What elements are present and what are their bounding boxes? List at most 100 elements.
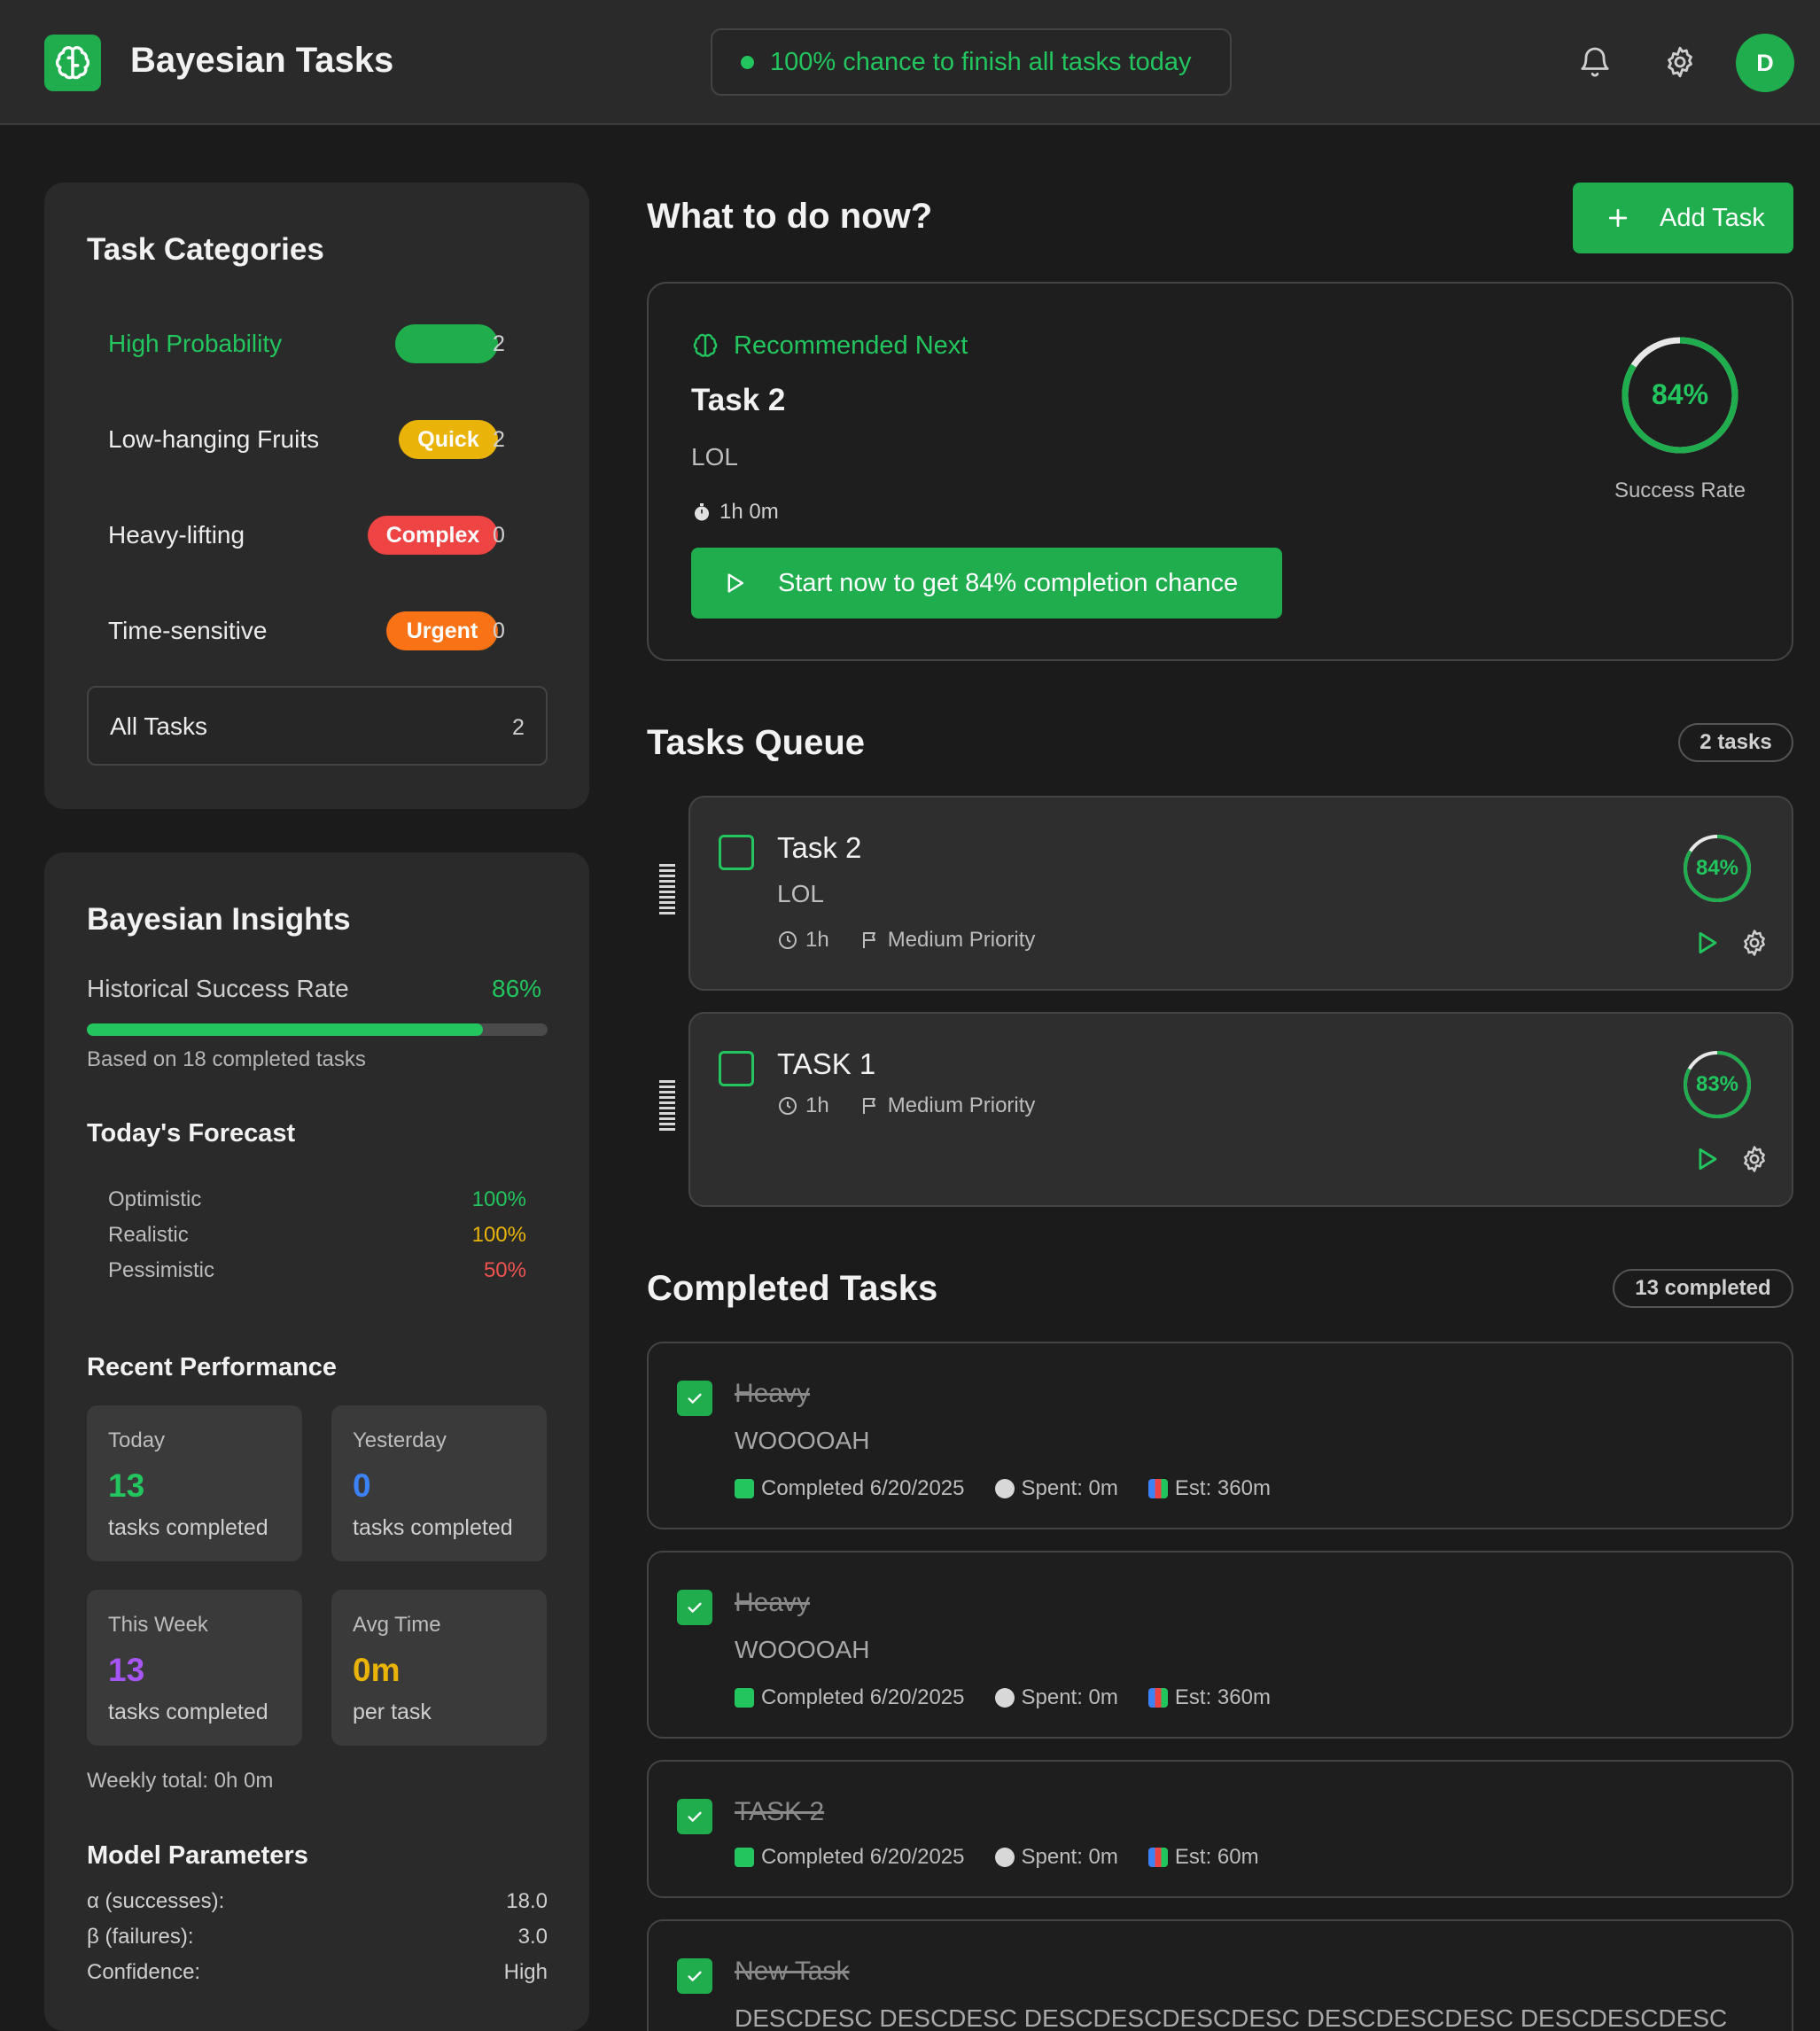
completed-checkbox[interactable] (677, 1799, 712, 1834)
param-label: α (successes): (87, 1889, 225, 1913)
param-beta: β (failures): 3.0 (87, 1925, 548, 1949)
task-categories-panel: Task Categories High Probability 2 Low-h… (44, 183, 589, 809)
completed-task-desc: WOOOOAH (735, 1427, 870, 1454)
stopwatch-icon (994, 1848, 1015, 1867)
perf-sub: tasks completed (108, 1515, 268, 1540)
forecast-title: Today's Forecast (87, 1119, 296, 1148)
completed-checkbox[interactable] (677, 1381, 712, 1416)
check-mark-icon (735, 1848, 754, 1867)
plus-icon (1608, 208, 1628, 228)
check-mark-icon (735, 1479, 754, 1498)
duration-text: 1h 0m (719, 500, 779, 524)
category-badge (395, 324, 498, 363)
task-checkbox[interactable] (719, 835, 754, 870)
param-value: 18.0 (506, 1889, 548, 1913)
completed-est: Est: 360m (1174, 1476, 1271, 1500)
drag-handle-icon[interactable] (659, 1080, 675, 1133)
completed-title: Completed Tasks (647, 1269, 938, 1308)
perf-card-avg-time: Avg Time 0m per task (331, 1590, 547, 1746)
category-count: 0 (493, 619, 505, 643)
completed-task-title: Heavy (735, 1588, 811, 1617)
perf-sub: per task (353, 1700, 432, 1724)
completed-task-card[interactable]: Heavy WOOOOAH Completed 6/20/2025 Spent:… (647, 1551, 1793, 1739)
completed-checkbox[interactable] (677, 1590, 712, 1625)
forecast-optimistic: Optimistic 100% (108, 1187, 526, 1212)
model-params-title: Model Parameters (87, 1841, 308, 1870)
weekly-total: Weekly total: 0h 0m (87, 1769, 274, 1793)
task-checkbox[interactable] (719, 1051, 754, 1086)
category-count: 2 (512, 715, 525, 740)
clock-icon (779, 931, 797, 949)
gear-icon[interactable] (1739, 928, 1769, 958)
task-probability-value: 84% (1695, 856, 1739, 880)
perf-label: Yesterday (353, 1428, 447, 1452)
drag-handle-icon[interactable] (659, 864, 675, 917)
play-icon[interactable] (1692, 1144, 1722, 1174)
historical-success-value: 86% (492, 975, 542, 1002)
category-label: Low-hanging Fruits (108, 425, 320, 453)
perf-card-this-week: This Week 13 tasks completed (87, 1590, 302, 1746)
queue-task-meta: 1h Medium Priority (777, 928, 1035, 953)
add-task-button[interactable]: Add Task (1573, 183, 1793, 253)
param-label: β (failures): (87, 1925, 194, 1949)
historical-success-label: Historical Success Rate (87, 975, 349, 1002)
queue-task-title: Task 2 (777, 831, 862, 864)
param-value: 3.0 (517, 1925, 548, 1949)
perf-card-today: Today 13 tasks completed (87, 1405, 302, 1561)
recommended-task-card: Recommended Next Task 2 LOL 1h 0m Start … (647, 282, 1793, 661)
forecast-label: Optimistic (108, 1187, 202, 1211)
category-count: 2 (493, 427, 505, 452)
flag-icon (862, 932, 875, 948)
completed-task-title: TASK 2 (735, 1797, 825, 1826)
user-avatar[interactable]: D (1736, 34, 1794, 92)
queue-item[interactable]: Task 2 LOL 1h Medium Priority 84% (688, 796, 1793, 991)
completed-est: Est: 360m (1174, 1685, 1271, 1709)
status-dot (741, 55, 754, 69)
start-now-button[interactable]: Start now to get 84% completion chance (691, 548, 1282, 619)
perf-label: This Week (108, 1613, 208, 1637)
queue-task-desc: LOL (777, 880, 824, 907)
add-task-label: Add Task (1660, 203, 1765, 232)
perf-label: Today (108, 1428, 166, 1452)
queue-item[interactable]: TASK 1 1h Medium Priority 83% (688, 1012, 1793, 1207)
perf-label: Avg Time (353, 1613, 441, 1637)
task-probability-value: 83% (1695, 1072, 1739, 1096)
completed-est: Est: 60m (1174, 1845, 1259, 1869)
check-icon (688, 1811, 702, 1822)
gear-icon[interactable] (1662, 44, 1698, 80)
status-text: 100% chance to finish all tasks today (770, 47, 1192, 76)
category-count: 2 (493, 331, 505, 356)
bell-icon[interactable] (1577, 44, 1613, 80)
completed-task-card[interactable]: TASK 2 Completed 6/20/2025 Spent: 0m Est… (647, 1760, 1793, 1898)
completed-task-card[interactable]: New Task DESCDESC DESCDESC DESCDESCDESCD… (647, 1919, 1793, 2031)
app-logo[interactable] (44, 35, 101, 91)
recommended-label: Recommended Next (734, 331, 968, 360)
app-title: Bayesian Tasks (130, 41, 394, 80)
queue-task-meta: 1h Medium Priority (777, 1093, 1035, 1118)
check-icon (688, 1971, 702, 1981)
perf-value: 0 (353, 1467, 371, 1504)
completed-checkbox[interactable] (677, 1958, 712, 1994)
forecast-value: 50% (483, 1258, 526, 1282)
category-label: High Probability (108, 330, 283, 357)
flag-icon (862, 1098, 875, 1114)
gear-icon[interactable] (1739, 1144, 1769, 1174)
completed-task-desc: WOOOOAH (735, 1636, 870, 1663)
forecast-value: 100% (471, 1223, 526, 1247)
category-badge: Complex (368, 516, 498, 555)
perf-value: 13 (108, 1467, 145, 1504)
completed-task-card[interactable]: Heavy WOOOOAH Completed 6/20/2025 Spent:… (647, 1342, 1793, 1529)
success-rate-value: 84% (1651, 378, 1709, 410)
bar-chart-icon (1147, 1848, 1168, 1867)
perf-sub: tasks completed (353, 1515, 513, 1540)
param-alpha: α (successes): 18.0 (87, 1889, 548, 1914)
success-rate-label: Success Rate (1614, 479, 1746, 502)
queue-duration: 1h (805, 1093, 829, 1117)
brain-icon (693, 333, 718, 357)
param-label: Confidence: (87, 1960, 201, 1984)
category-all-tasks[interactable]: All Tasks 2 (87, 686, 548, 766)
stopwatch-icon (994, 1688, 1015, 1708)
param-value: High (503, 1960, 548, 1984)
play-icon[interactable] (1692, 928, 1722, 958)
check-mark-icon (735, 1688, 754, 1708)
